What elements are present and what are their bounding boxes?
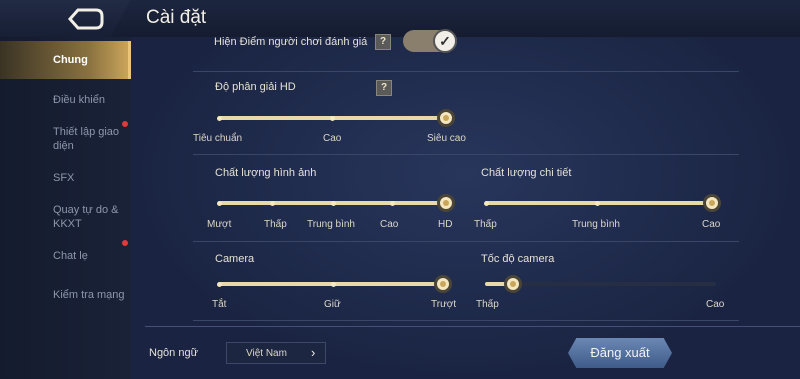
image-quality-label: Chất lượng hình ảnh — [215, 167, 317, 179]
chevron-right-icon: › — [311, 345, 316, 360]
slider-tick — [331, 201, 336, 206]
slider-tick — [484, 201, 489, 206]
page-title: Cài đặt — [146, 7, 207, 28]
notification-badge — [122, 240, 128, 246]
resolution-slider-thumb[interactable] — [437, 109, 455, 127]
sidebar-item-network-test[interactable]: Kiểm tra mạng — [0, 283, 131, 313]
sidebar-item-sfx[interactable]: SFX — [0, 163, 131, 193]
slider-option-label: Tắt — [212, 299, 227, 310]
slider-tick — [270, 201, 275, 206]
notification-badge — [122, 121, 128, 127]
language-value: Việt Nam — [246, 348, 287, 359]
sidebar-item-free-camera[interactable]: Quay tự do & KKXT — [0, 199, 131, 235]
slider-tick — [217, 282, 222, 287]
slider-option-label: Siêu cao — [427, 133, 466, 144]
slider-option-label: Trung bình — [572, 219, 620, 230]
slider-option-label: Trung bình — [307, 219, 355, 230]
divider — [193, 71, 739, 72]
sidebar-item-label: Thiết lập giao diện — [53, 126, 120, 152]
logout-button[interactable]: Đăng xuất — [568, 338, 672, 368]
resolution-label: Độ phân giải HD — [215, 81, 296, 93]
sidebar-item-label: Kiểm tra mạng — [53, 289, 125, 301]
language-label: Ngôn ngữ — [149, 347, 198, 359]
image-quality-slider-thumb[interactable] — [437, 194, 455, 212]
divider — [193, 320, 739, 321]
sidebar-item-controls[interactable]: Điều khiển — [0, 85, 131, 115]
sidebar-item-label: Chung — [53, 54, 88, 66]
slider-option-label: Thấp — [264, 219, 287, 230]
back-arrow-icon — [67, 8, 104, 30]
camera-speed-label: Tốc độ camera — [481, 253, 555, 265]
slider-max-label: Cao — [706, 299, 725, 310]
slider-option-label: Cao — [323, 133, 342, 144]
top-bar: Cài đặt — [0, 0, 800, 38]
slider-option-label: Cao — [702, 219, 721, 230]
sidebar-item-label: Quay tự do & KKXT — [53, 204, 119, 230]
sidebar-item-interface[interactable]: Thiết lập giao diện — [0, 121, 131, 157]
slider-tick — [595, 201, 600, 206]
footer-divider — [145, 326, 800, 327]
slider-tick — [331, 282, 336, 287]
rating-label: Hiện Điểm người chơi đánh giá — [214, 36, 368, 48]
rating-toggle[interactable]: ✓ — [403, 29, 457, 53]
slider-option-label: Cao — [380, 219, 399, 230]
sidebar-item-label: Chat lẹ — [53, 250, 88, 262]
camera-speed-slider-thumb[interactable] — [503, 275, 522, 293]
slider-tick — [217, 116, 222, 121]
sidebar: Chung Điều khiển Thiết lập giao diện SFX… — [0, 37, 132, 379]
slider-option-label: Trượt — [431, 299, 457, 310]
check-icon: ✓ — [433, 29, 457, 53]
camera-label: Camera — [215, 253, 255, 265]
sidebar-item-quick-chat[interactable]: Chat lẹ — [0, 240, 131, 273]
help-icon[interactable]: ? — [375, 34, 391, 50]
slider-option-label: Tiêu chuẩn — [193, 133, 243, 144]
slider-tick — [217, 201, 222, 206]
detail-quality-slider-thumb[interactable] — [703, 194, 721, 212]
sidebar-item-general[interactable]: Chung — [0, 41, 131, 79]
divider — [193, 241, 739, 242]
language-select[interactable]: Việt Nam › — [226, 342, 326, 364]
sidebar-item-label: SFX — [53, 172, 75, 184]
slider-option-label: Thấp — [474, 219, 497, 230]
sidebar-item-label: Điều khiển — [53, 94, 105, 106]
back-button[interactable] — [0, 0, 130, 37]
slider-tick — [390, 201, 395, 206]
help-icon[interactable]: ? — [376, 80, 392, 96]
camera-slider-thumb[interactable] — [434, 275, 452, 293]
slider-tick — [330, 116, 335, 121]
slider-option-label: Mượt — [207, 219, 232, 230]
settings-panel: Hiện Điểm người chơi đánh giá ? ✓ Độ phâ… — [131, 29, 800, 379]
detail-quality-label: Chất lượng chi tiết — [481, 167, 572, 179]
slider-option-label: HD — [438, 219, 453, 230]
slider-min-label: Thấp — [476, 299, 499, 310]
slider-option-label: Giữ — [324, 299, 341, 310]
divider — [193, 154, 739, 155]
